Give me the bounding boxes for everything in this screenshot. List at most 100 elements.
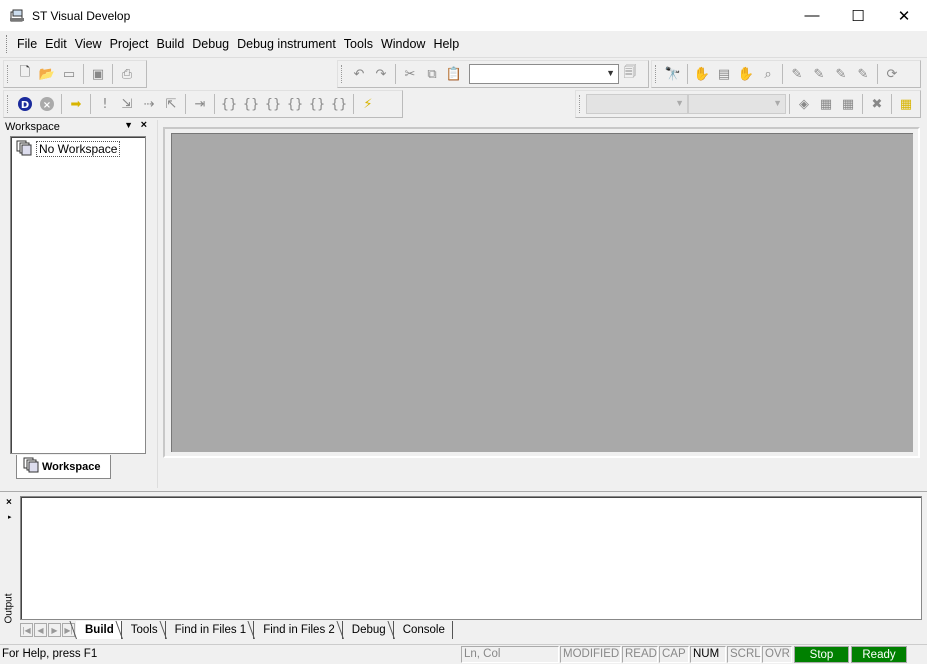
stop-debug-icon[interactable]: ×	[36, 93, 58, 115]
workspace-header: Workspace ▼ ×	[3, 119, 151, 134]
target-combo[interactable]: ▼	[586, 94, 688, 114]
output-panel: × ▸ Output |◀ ◀ ▶ ▶| Build Tools Find in…	[0, 491, 927, 643]
workspace-header-label: Workspace	[5, 121, 60, 133]
stop-build-icon[interactable]: ✖	[866, 93, 888, 115]
braces-5-icon[interactable]: {}	[306, 93, 328, 115]
menu-help[interactable]: Help	[429, 31, 463, 58]
redo-icon[interactable]: ↷	[370, 63, 392, 85]
braces-6-icon[interactable]: {}	[328, 93, 350, 115]
menu-build[interactable]: Build	[152, 31, 188, 58]
braces-2-icon[interactable]: {}	[240, 93, 262, 115]
step-out-icon[interactable]: ⇱	[160, 93, 182, 115]
go-arrow-icon[interactable]: ➡	[65, 93, 87, 115]
status-ready-badge: Ready	[851, 646, 907, 663]
minimize-button[interactable]: —	[789, 0, 835, 31]
menu-debug-instrument[interactable]: Debug instrument	[233, 31, 340, 58]
find-in-files-icon[interactable]: 🗐	[619, 63, 641, 85]
workspace-panel: Workspace ▼ × No Workspace Workspace	[3, 119, 151, 482]
rebuild-icon[interactable]: ▦	[837, 93, 859, 115]
status-modified: MODIFIED	[560, 646, 621, 663]
status-bar: For Help, press F1 Ln, Col MODIFIED READ…	[0, 644, 927, 664]
compile-icon[interactable]: ◈	[793, 93, 815, 115]
menu-window[interactable]: Window	[377, 31, 429, 58]
output-text-area[interactable]	[20, 496, 922, 620]
build-icon[interactable]: ▦	[815, 93, 837, 115]
next-tab-icon[interactable]: ▶	[48, 623, 61, 637]
instrument-3-icon[interactable]: ✎	[830, 63, 852, 85]
close-icon[interactable]: ×	[6, 497, 12, 508]
tab-find-in-files-2[interactable]: Find in Files 2	[254, 621, 343, 639]
step-into-icon[interactable]: ⇲	[116, 93, 138, 115]
stvd-app-icon	[9, 8, 25, 24]
print-icon[interactable]: ⎙	[116, 63, 138, 85]
cut-icon[interactable]: ✂	[399, 63, 421, 85]
close-icon[interactable]: ×	[141, 119, 147, 131]
expand-arrow-icon[interactable]: ▸	[8, 513, 12, 521]
build-toolbar: D × ➡ ! ⇲ ⇢ ⇱ ⇥ {} {} {} {} {} {} ⚡	[3, 90, 403, 118]
run-icon[interactable]: !	[94, 93, 116, 115]
programmer-icon[interactable]: ▦	[895, 93, 917, 115]
clear-breakpoints-icon[interactable]: ✋	[735, 63, 757, 85]
workspace-icon	[16, 140, 32, 159]
mdi-client-area[interactable]	[171, 133, 913, 452]
tab-workspace[interactable]: Workspace	[16, 455, 111, 479]
pin-dropdown-icon[interactable]: ▼	[124, 120, 133, 130]
braces-1-icon[interactable]: {}	[218, 93, 240, 115]
workspace-tab-label: Workspace	[42, 460, 101, 473]
menu-bar: File Edit View Project Build Debug Debug…	[0, 31, 927, 58]
new-file-icon[interactable]: 🗋	[14, 63, 36, 85]
save-icon[interactable]: ▣	[87, 63, 109, 85]
undo-icon[interactable]: ↶	[348, 63, 370, 85]
chevron-down-icon: ▼	[606, 68, 615, 78]
edit-toolbar: ↶ ↷ ✂ ⧉ 📋 ▼ 🗐	[337, 60, 649, 88]
config-toolbar: ▼ ▼ ◈ ▦ ▦ ✖ ▦	[575, 90, 921, 118]
braces-3-icon[interactable]: {}	[262, 93, 284, 115]
menu-file[interactable]: File	[13, 31, 41, 58]
menu-debug[interactable]: Debug	[188, 31, 233, 58]
tab-find-in-files-1[interactable]: Find in Files 1	[166, 621, 255, 639]
status-scrl: SCRL	[727, 646, 761, 663]
tree-item[interactable]: No Workspace	[16, 140, 145, 158]
instrument-1-icon[interactable]: ✎	[786, 63, 808, 85]
paste-icon[interactable]: 📋	[443, 63, 465, 85]
menu-edit[interactable]: Edit	[41, 31, 71, 58]
configuration-combo[interactable]: ▼	[688, 94, 786, 114]
maximize-button[interactable]: ☐	[835, 0, 881, 31]
tab-console[interactable]: Console	[394, 621, 453, 639]
menu-tools[interactable]: Tools	[340, 31, 377, 58]
step-over-icon[interactable]: ⇢	[138, 93, 160, 115]
binoculars-icon[interactable]: 🔭	[662, 63, 684, 85]
file-toolbar: 🗋 📂 ▭ ▣ ⎙	[3, 60, 147, 88]
instrument-2-icon[interactable]: ✎	[808, 63, 830, 85]
toolbar-row-2: D × ➡ ! ⇲ ⇢ ⇱ ⇥ {} {} {} {} {} {} ⚡ ▼ ▼ …	[0, 89, 927, 119]
copy-icon[interactable]: ⧉	[421, 63, 443, 85]
menu-view[interactable]: View	[71, 31, 106, 58]
tab-build[interactable]: Build	[76, 621, 122, 639]
debug-start-icon[interactable]: D	[14, 93, 36, 115]
menu-project[interactable]: Project	[106, 31, 153, 58]
status-stop-badge: Stop	[794, 646, 849, 663]
reset-icon[interactable]: ⚡	[357, 93, 379, 115]
hand-icon[interactable]: ✋	[691, 63, 713, 85]
first-tab-icon[interactable]: |◀	[20, 623, 33, 637]
refresh-icon[interactable]: ⟳	[881, 63, 903, 85]
find-combo[interactable]: ▼	[469, 64, 619, 84]
run-to-cursor-icon[interactable]: ⇥	[189, 93, 211, 115]
workspace-tree[interactable]: No Workspace	[10, 136, 146, 454]
menubar-grip[interactable]	[6, 35, 9, 53]
window-title: ST Visual Develop	[32, 8, 131, 23]
toolbar-row-1: 🗋 📂 ▭ ▣ ⎙ ↶ ↷ ✂ ⧉ 📋 ▼ 🗐 🔭 ✋ ▤ ✋ ⌕ ✎ ✎ ✎ …	[0, 59, 927, 89]
braces-4-icon[interactable]: {}	[284, 93, 306, 115]
open-project-icon[interactable]: ▭	[58, 63, 80, 85]
prev-tab-icon[interactable]: ◀	[34, 623, 47, 637]
tab-tools[interactable]: Tools	[122, 621, 166, 639]
watch-icon[interactable]: ⌕	[757, 63, 779, 85]
instrument-4-icon[interactable]: ✎	[852, 63, 874, 85]
status-read: READ	[622, 646, 658, 663]
open-folder-icon[interactable]: 📂	[36, 63, 58, 85]
breakpoint-icon[interactable]: ▤	[713, 63, 735, 85]
svg-text:D: D	[21, 100, 29, 111]
close-button[interactable]: ✕	[881, 0, 927, 31]
status-line-col: Ln, Col	[461, 646, 559, 663]
tab-debug[interactable]: Debug	[343, 621, 394, 639]
